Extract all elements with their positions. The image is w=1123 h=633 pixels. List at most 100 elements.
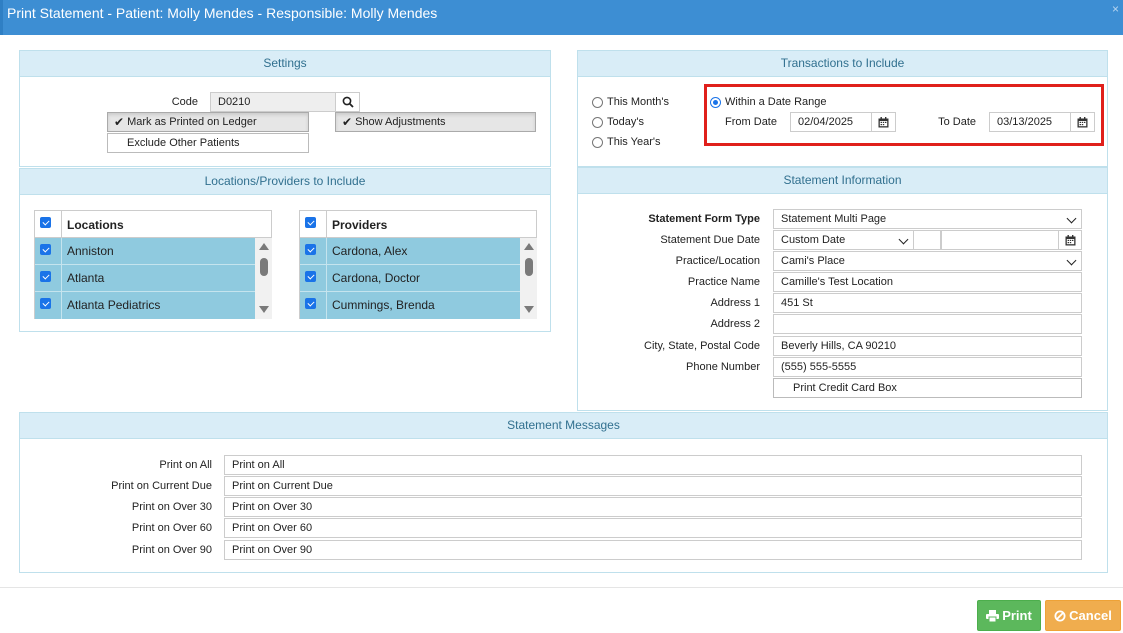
list-item[interactable]: Cardona, Alex [300,238,520,265]
settings-header: Settings [20,51,550,77]
print-button[interactable]: Print [977,600,1041,631]
column-divider [326,292,327,319]
title-bar: Print Statement - Patient: Molly Mendes … [0,0,1123,35]
radio-this-year[interactable]: This Year's [592,136,660,148]
statement-messages-header: Statement Messages [20,413,1107,439]
phone-label: Phone Number [686,361,760,373]
scroll-thumb[interactable] [260,258,268,276]
radio-this-month[interactable]: This Month's [592,96,669,108]
locations-list-header: Locations [35,211,271,238]
form-type-value: Statement Multi Page [781,213,887,225]
form-type-label: Statement Form Type [648,213,760,225]
show-adjustments-toggle[interactable]: ✔ Show Adjustments [335,112,536,132]
transactions-header: Transactions to Include [578,51,1107,77]
city-state-label: City, State, Postal Code [644,340,760,352]
location-name: Anniston [67,244,114,258]
check-icon: ✔ [114,115,125,129]
mark-printed-label: Mark as Printed on Ledger [127,116,257,128]
providers-select-all-checkbox[interactable] [305,217,316,228]
close-icon[interactable]: × [1112,2,1119,16]
statement-info-panel: Statement Information Statement Form Typ… [577,167,1108,411]
practice-location-select[interactable]: Cami's Place [773,251,1082,271]
chevron-down-icon [898,234,909,245]
print-on-current-label: Print on Current Due [111,480,212,492]
practice-location-value: Cami's Place [781,255,845,267]
city-state-input[interactable]: Beverly Hills, CA 90210 [773,336,1082,356]
radio-this-month-label: This Month's [607,96,670,108]
locations-scrollbar[interactable] [255,238,272,319]
print-on-over30-input[interactable]: Print on Over 30 [224,497,1082,517]
credit-card-box-label: Print Credit Card Box [793,382,897,394]
calendar-icon [1065,234,1075,245]
radio-circle[interactable] [592,116,603,128]
mark-printed-toggle[interactable]: ✔ Mark as Printed on Ledger [107,112,309,132]
due-date-select[interactable]: Custom Date [773,230,914,250]
footer-divider [0,587,1123,588]
column-divider [326,238,327,264]
scroll-down-icon[interactable] [524,306,534,313]
location-name: Atlanta Pediatrics [67,298,161,312]
credit-card-box-toggle[interactable]: Print Credit Card Box [773,378,1082,398]
scroll-down-icon[interactable] [259,306,269,313]
exclude-other-label: Exclude Other Patients [127,137,240,149]
code-input[interactable]: D0210 [210,92,336,112]
location-name: Atlanta [67,271,105,285]
providers-list-header: Providers [300,211,536,238]
print-on-over90-input[interactable]: Print on Over 90 [224,540,1082,560]
column-divider [61,211,62,237]
practice-location-label: Practice/Location [675,255,760,267]
window-title: Print Statement - Patient: Molly Mendes … [7,5,438,21]
location-checkbox[interactable] [40,244,51,255]
locations-providers-header: Locations/Providers to Include [20,169,550,195]
statement-messages-panel: Statement Messages Print on All Print on… [19,412,1108,573]
radio-today-label: Today's [607,116,644,128]
address1-input[interactable]: 451 St [773,293,1082,313]
practice-name-input[interactable]: Camille's Test Location [773,272,1082,292]
location-checkbox[interactable] [40,271,51,282]
radio-today[interactable]: Today's [592,116,644,128]
due-date-label: Statement Due Date [660,234,760,246]
address1-label: Address 1 [710,297,760,309]
list-item[interactable]: Anniston [35,238,255,265]
radio-circle[interactable] [592,96,603,108]
print-button-label: Print [1002,608,1032,623]
scroll-thumb[interactable] [525,258,533,276]
address2-input[interactable] [773,314,1082,334]
provider-checkbox[interactable] [305,244,316,255]
locations-title: Locations [67,218,124,232]
cancel-button[interactable]: Cancel [1045,600,1121,631]
due-date-custom-input[interactable] [941,230,1059,250]
phone-input[interactable]: (555) 555-5555 [773,357,1082,377]
statement-info-header: Statement Information [578,168,1107,194]
form-type-select[interactable]: Statement Multi Page [773,209,1082,229]
list-item[interactable]: Atlanta Pediatrics [35,292,255,319]
providers-scrollbar[interactable] [520,238,537,319]
code-search-button[interactable] [335,92,360,112]
print-on-over60-input[interactable]: Print on Over 60 [224,518,1082,538]
location-checkbox[interactable] [40,298,51,309]
print-on-current-input[interactable]: Print on Current Due [224,476,1082,496]
address2-label: Address 2 [710,318,760,330]
providers-title: Providers [332,218,388,232]
provider-checkbox[interactable] [305,298,316,309]
provider-name: Cummings, Brenda [332,298,435,312]
list-item[interactable]: Cummings, Brenda [300,292,520,319]
column-divider [61,238,62,264]
print-on-all-input[interactable]: Print on All [224,455,1082,475]
list-item[interactable]: Cardona, Doctor [300,265,520,292]
locations-select-all-checkbox[interactable] [40,217,51,228]
exclude-other-toggle[interactable]: Exclude Other Patients [107,133,309,153]
scroll-up-icon[interactable] [524,243,534,250]
ban-icon [1054,610,1066,621]
provider-checkbox[interactable] [305,271,316,282]
column-divider [61,265,62,291]
scroll-up-icon[interactable] [259,243,269,250]
radio-circle[interactable] [592,136,603,148]
due-date-calendar-button[interactable] [1058,230,1082,250]
due-date-spacer [914,230,941,250]
provider-name: Cardona, Doctor [332,271,421,285]
date-range-highlight [704,84,1104,146]
locations-list: Locations Anniston Atlanta Atlanta Pedia… [34,210,272,319]
list-item[interactable]: Atlanta [35,265,255,292]
search-icon [342,96,354,108]
